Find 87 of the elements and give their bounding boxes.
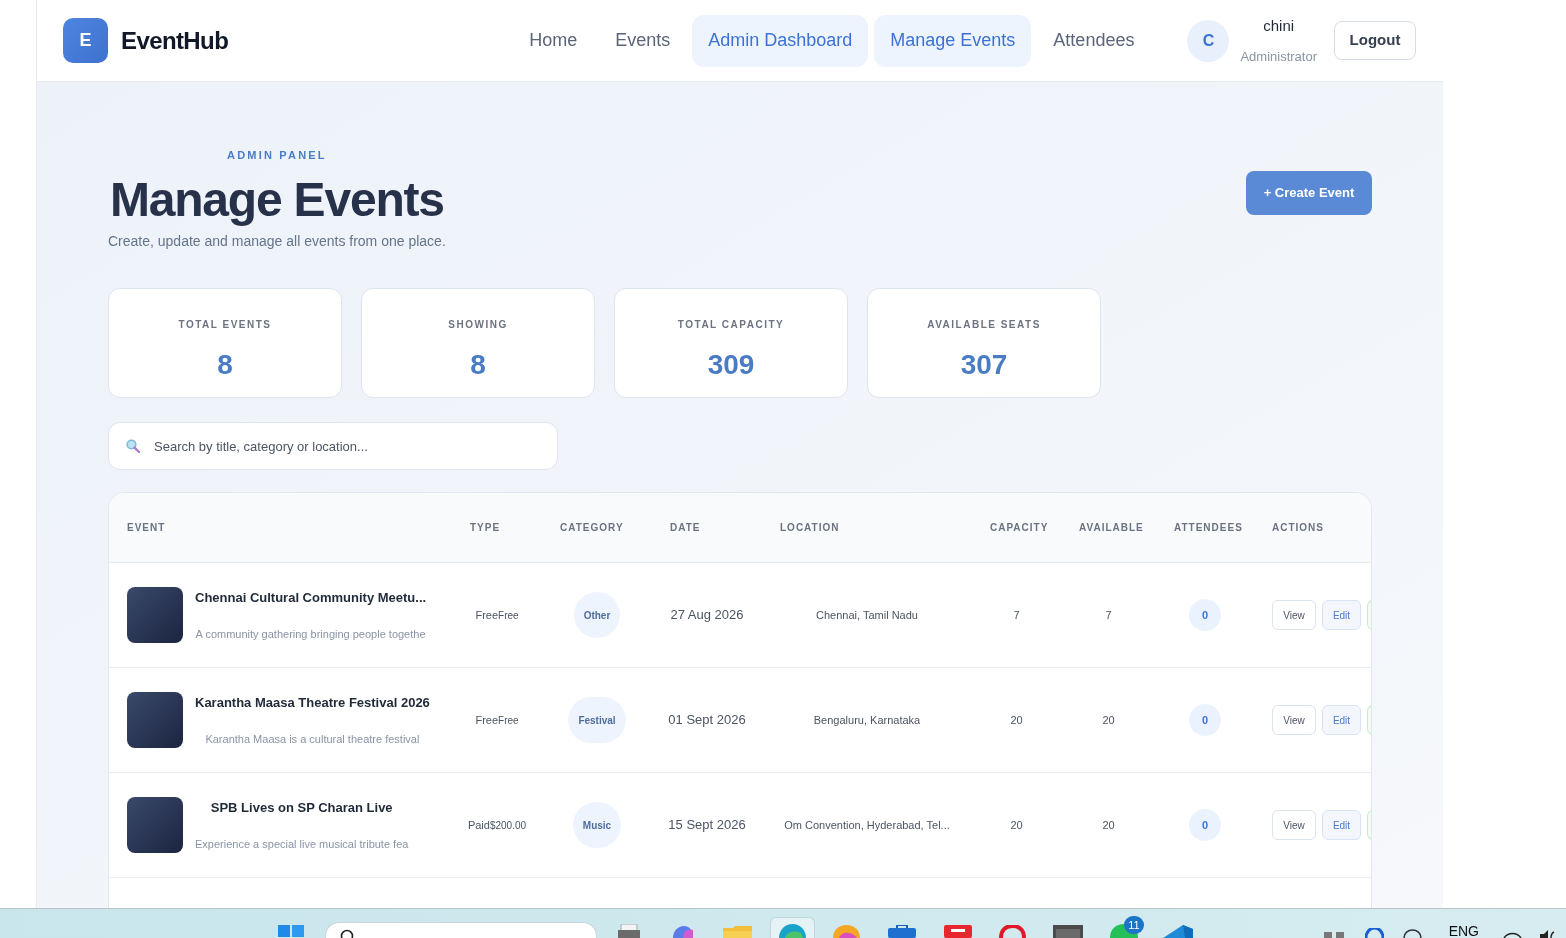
nav-link[interactable]: Events bbox=[599, 14, 687, 67]
stat-value: 8 bbox=[217, 348, 233, 382]
event-location: Chennai, Tamil Nadu bbox=[816, 607, 918, 623]
photo-placeholder bbox=[127, 797, 183, 853]
page-title: Manage Events bbox=[109, 172, 444, 228]
attendee-count: 0 bbox=[1189, 599, 1221, 631]
view-button[interactable]: View bbox=[1272, 705, 1316, 735]
page-subtitle: Create, update and manage all events from one place. bbox=[108, 232, 446, 250]
column-header: CATEGORY bbox=[560, 521, 624, 535]
edit-button[interactable]: Edit bbox=[1322, 705, 1361, 735]
photo-placeholder bbox=[127, 692, 183, 748]
active-app-tile[interactable] bbox=[770, 917, 815, 938]
event-description: A community gathering bringing people togethe bbox=[195, 626, 426, 641]
search-icon bbox=[340, 929, 354, 938]
search-field[interactable]: Search by title, category or location... bbox=[108, 422, 558, 470]
logout-button[interactable]: Logout bbox=[1334, 21, 1416, 60]
available-value: 20 bbox=[1102, 817, 1115, 833]
stat-label: SHOWING bbox=[448, 319, 508, 331]
event-date: 15 Sept 2026 bbox=[668, 816, 746, 835]
event-title: Karantha Maasa Theatre Festival 2026 bbox=[195, 694, 430, 711]
capacity-value: 20 bbox=[1010, 712, 1023, 728]
column-header: ACTIONS bbox=[1272, 521, 1324, 535]
briefcase-icon[interactable] bbox=[888, 925, 916, 938]
stat-label: TOTAL EVENTS bbox=[178, 319, 272, 331]
user-role: Administrator bbox=[1240, 48, 1317, 65]
view-button[interactable]: View bbox=[1272, 600, 1316, 630]
event-type: FreeFree bbox=[475, 713, 519, 728]
edit-button[interactable]: Edit bbox=[1322, 600, 1361, 630]
cloud-icon[interactable] bbox=[1402, 929, 1422, 938]
ring-icon[interactable] bbox=[999, 925, 1026, 938]
column-header: AVAILABLE bbox=[1079, 521, 1144, 535]
event-description: Karantha Maasa is a cultural theatre festival bbox=[205, 731, 420, 746]
browser-icon[interactable] bbox=[779, 924, 806, 938]
logo-tile[interactable]: E bbox=[63, 18, 108, 63]
edit-button[interactable]: Edit bbox=[1322, 810, 1361, 840]
search-icon bbox=[126, 439, 140, 453]
app-tile-icon[interactable] bbox=[944, 925, 972, 938]
capacity-value: 7 bbox=[1013, 607, 1020, 623]
event-description: Experience a special live musical tribute fea bbox=[195, 836, 409, 851]
stat-value: 309 bbox=[707, 348, 755, 382]
stat-value: 307 bbox=[960, 348, 1008, 382]
attendee-count: 0 bbox=[1189, 809, 1221, 841]
language-indicator[interactable]: ENG bbox=[1448, 924, 1479, 938]
available-value: 7 bbox=[1105, 607, 1112, 623]
wifi-icon[interactable] bbox=[1503, 931, 1522, 938]
windows-logo-icon[interactable] bbox=[278, 925, 304, 938]
grid-icon[interactable] bbox=[1323, 930, 1344, 938]
column-header: LOCATION bbox=[780, 521, 840, 535]
swirl-icon[interactable] bbox=[671, 926, 695, 938]
create-event-button[interactable]: + Create Event bbox=[1246, 171, 1372, 215]
column-header: ATTENDEES bbox=[1174, 521, 1243, 535]
photo-placeholder bbox=[127, 587, 183, 643]
category-tag: Music bbox=[572, 802, 622, 848]
nav-link[interactable]: Home bbox=[513, 14, 594, 67]
column-header: CAPACITY bbox=[990, 521, 1049, 535]
event-title: Chennai Cultural Community Meetu... bbox=[195, 589, 427, 606]
event-location: Om Convention, Hyderabad, Tel... bbox=[784, 817, 950, 833]
nav-link[interactable]: Manage Events bbox=[874, 14, 1032, 67]
document-icon[interactable] bbox=[618, 924, 640, 938]
user-name: chini bbox=[1263, 16, 1295, 35]
event-date: 01 Sept 2026 bbox=[668, 711, 746, 730]
ribbon-icon[interactable] bbox=[1163, 925, 1193, 938]
event-type: Paid$200.00 bbox=[467, 818, 527, 833]
notification-count: 11 bbox=[1124, 916, 1144, 934]
taskbar-search-field[interactable] bbox=[325, 922, 597, 938]
stat-label: AVAILABLE SEATS bbox=[927, 319, 1041, 331]
event-date: 27 Aug 2026 bbox=[670, 606, 744, 625]
category-tag: Other bbox=[573, 592, 621, 638]
event-type: FreeFree bbox=[475, 608, 519, 623]
available-value: 20 bbox=[1102, 712, 1115, 728]
column-header: EVENT bbox=[127, 521, 166, 535]
nav-link[interactable]: Attendees bbox=[1037, 14, 1151, 67]
column-header: TYPE bbox=[470, 521, 501, 535]
brand-name: EventHub bbox=[121, 25, 229, 56]
event-location: Bengaluru, Karnataka bbox=[813, 712, 921, 728]
column-header: DATE bbox=[670, 521, 701, 535]
capacity-value: 20 bbox=[1010, 817, 1023, 833]
nav-link[interactable]: Admin Dashboard bbox=[692, 14, 869, 67]
event-title: SPB Lives on SP Charan Live bbox=[210, 799, 393, 816]
speaker-icon[interactable] bbox=[1538, 930, 1556, 938]
eyebrow-label: ADMIN PANEL bbox=[227, 148, 327, 162]
stat-label: TOTAL CAPACITY bbox=[677, 319, 785, 331]
view-button[interactable]: View bbox=[1272, 810, 1316, 840]
user-avatar[interactable]: C bbox=[1187, 19, 1230, 62]
stat-value: 8 bbox=[470, 348, 486, 382]
category-tag: Festival bbox=[568, 697, 626, 743]
attendee-count: 0 bbox=[1189, 704, 1221, 736]
